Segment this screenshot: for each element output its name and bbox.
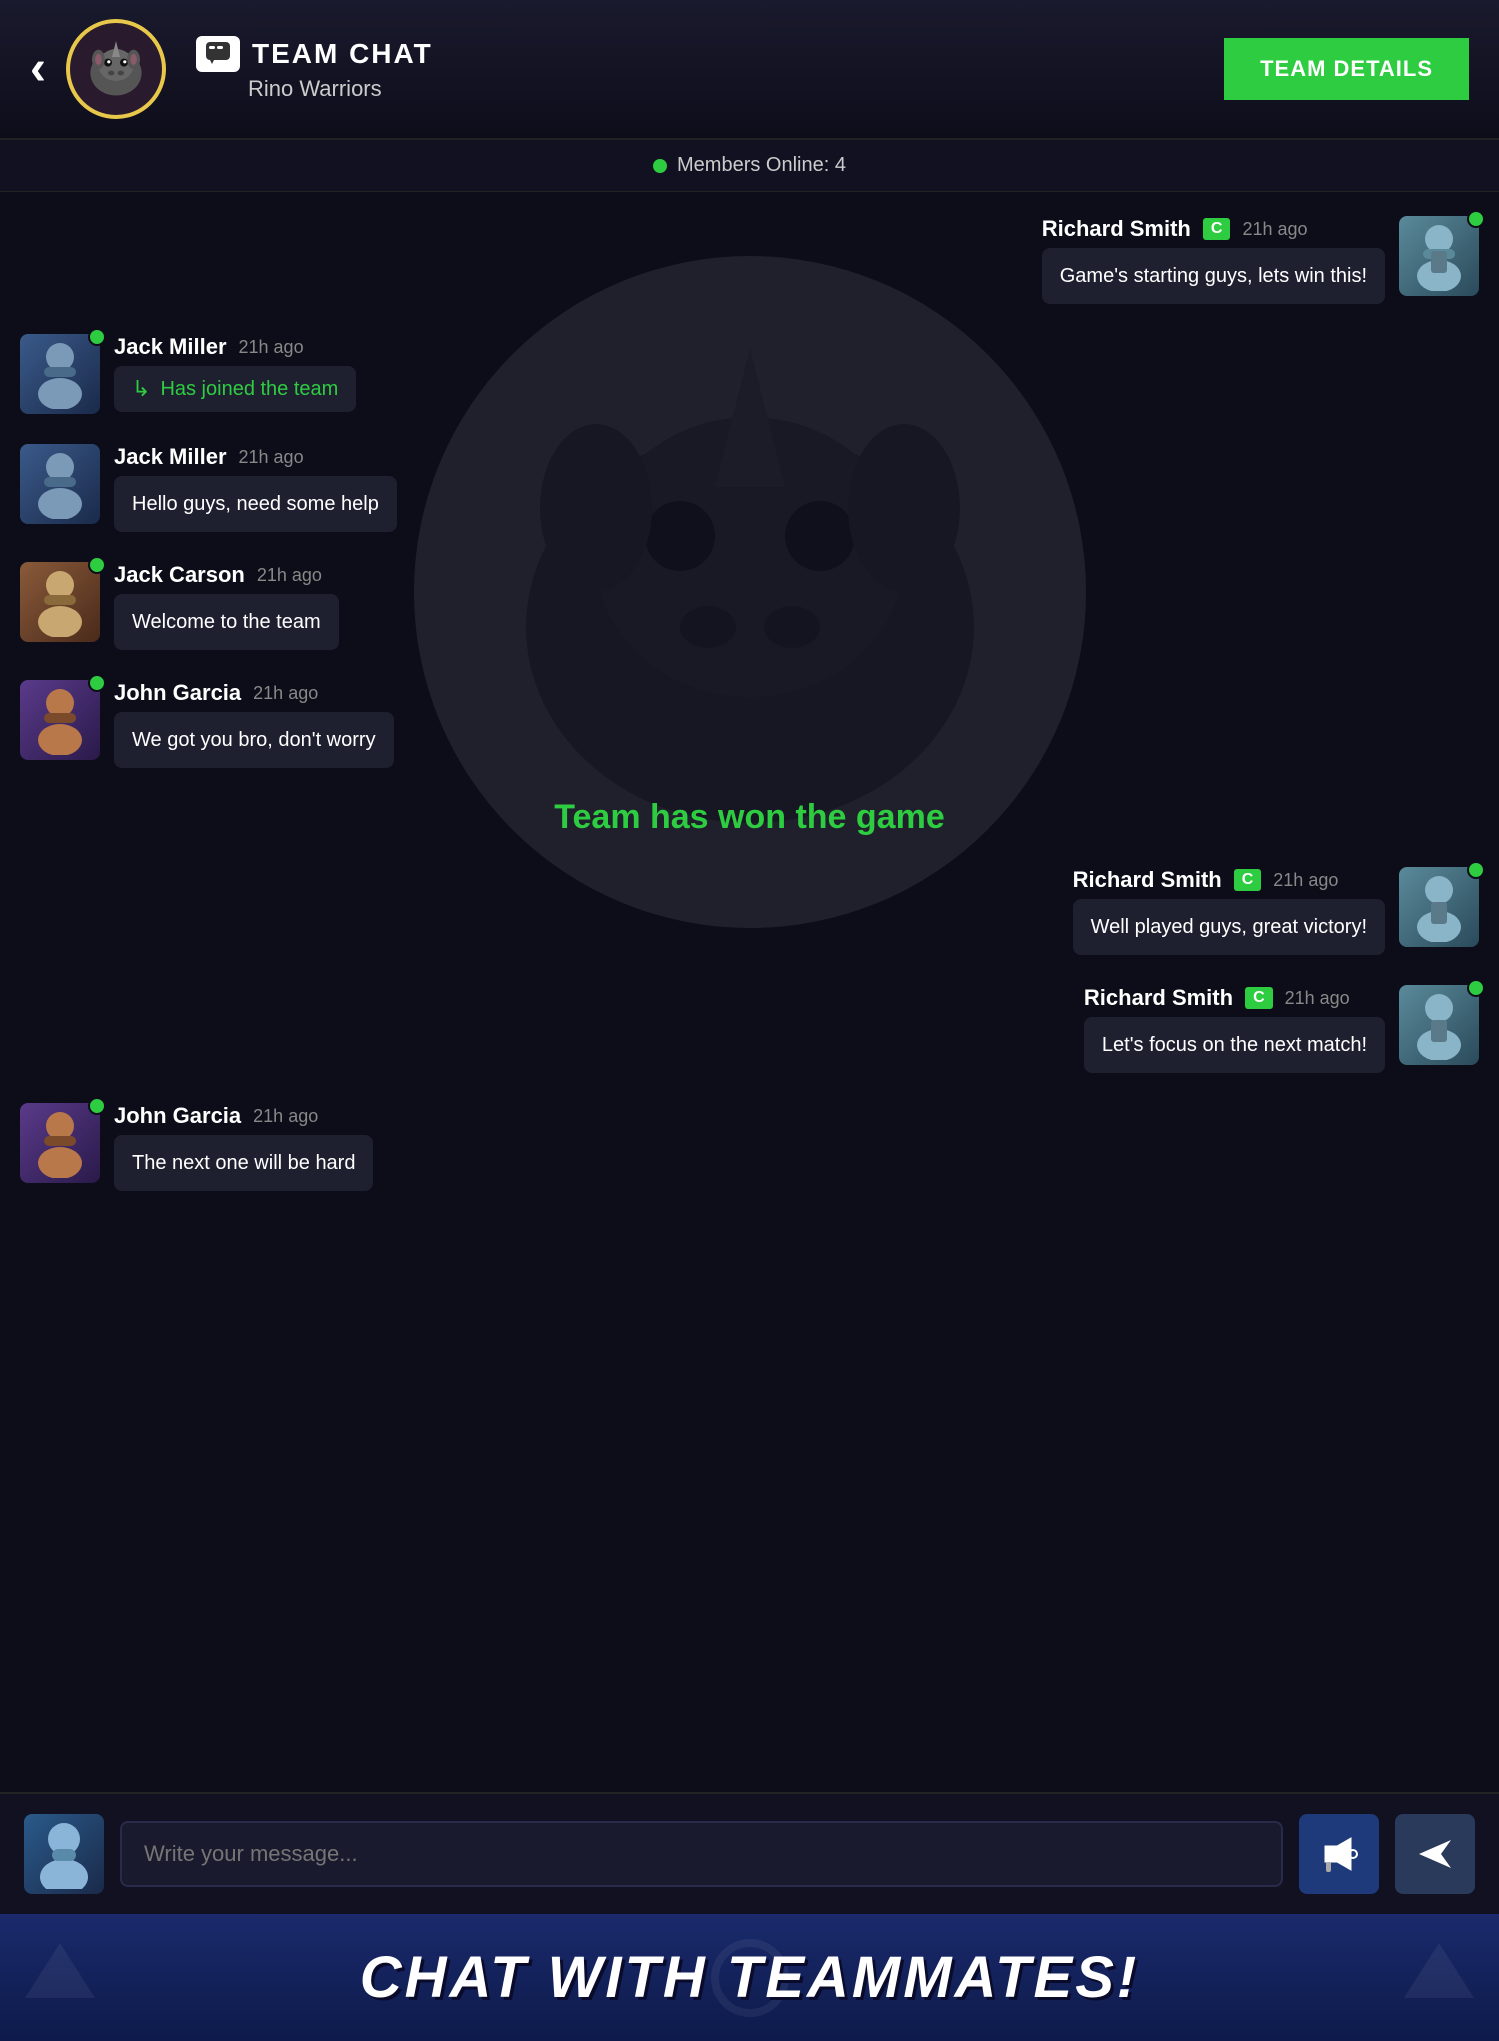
message-time: 21h ago [239,337,304,358]
message-row: Jack Miller 21h ago ↳ Has joined the tea… [20,334,1479,414]
footer-text: CHAT WITH TEAMMATES! [20,1944,1479,2011]
bubble-wrap: Richard Smith C 21h ago Let's focus on t… [1084,985,1385,1073]
team-details-button[interactable]: TEAM DETAILS [1224,38,1469,100]
header: ‹ [0,0,1499,140]
bubble-wrap: Jack Carson 21h ago Welcome to the team [114,562,339,650]
bubble-wrap: Jack Miller 21h ago Hello guys, need som… [114,444,397,532]
online-dot [1467,979,1485,997]
sender-name: John Garcia [114,680,241,706]
online-dot [88,328,106,346]
bubble-header: Jack Miller 21h ago [114,444,397,470]
bubble-header: John Garcia 21h ago [114,1103,373,1129]
message-time: 21h ago [1273,870,1338,891]
captain-badge: C [1203,218,1231,240]
message-text: We got you bro, don't worry [114,712,394,768]
team-logo [66,19,166,119]
avatar-wrap [20,334,100,414]
sender-name: Richard Smith [1084,985,1233,1011]
team-name: Rino Warriors [248,76,1224,102]
avatar [20,562,100,642]
bubble-wrap: Jack Miller 21h ago ↳ Has joined the tea… [114,334,356,412]
avatar-wrap [1399,216,1479,296]
online-dot [1467,210,1485,228]
message-row: Jack Miller 21h ago Hello guys, need som… [20,444,1479,532]
avatar [20,334,100,414]
message-text: Let's focus on the next match! [1084,1017,1385,1073]
message-row: John Garcia 21h ago We got you bro, don'… [20,680,1479,768]
back-button[interactable]: ‹ [30,45,46,93]
chat-bubble-icon [196,36,240,72]
message-text: Well played guys, great victory! [1073,899,1385,955]
avatar [1399,216,1479,296]
send-icon [1413,1832,1457,1876]
avatar [20,1103,100,1183]
message-time: 21h ago [253,683,318,704]
chat-label: TEAM CHAT [196,36,1224,72]
avatar-wrap [20,562,100,642]
message-time: 21h ago [257,565,322,586]
message-row: Richard Smith C 21h ago Well played guys… [20,867,1479,955]
message-row: Jack Carson 21h ago Welcome to the team [20,562,1479,650]
bubble-header: John Garcia 21h ago [114,680,394,706]
avatar [20,444,100,524]
message-time: 21h ago [1285,988,1350,1009]
message-text: Welcome to the team [114,594,339,650]
message-text: Hello guys, need some help [114,476,397,532]
online-dot [88,674,106,692]
avatar [1399,985,1479,1065]
avatar [1399,867,1479,947]
message-time: 21h ago [253,1106,318,1127]
online-count: Members Online: 4 [677,154,846,177]
sender-name: John Garcia [114,1103,241,1129]
footer-banner: CHAT WITH TEAMMATES! [0,1914,1499,2041]
online-dot [88,1097,106,1115]
online-bar: Members Online: 4 [0,140,1499,192]
sender-name: Jack Miller [114,334,227,360]
avatar-wrap [20,444,100,524]
online-indicator [653,159,667,173]
online-dot [1467,861,1485,879]
avatar-wrap [1399,867,1479,947]
header-title-wrap: TEAM CHAT Rino Warriors [196,36,1224,102]
sender-name: Jack Carson [114,562,245,588]
bubble-wrap: Richard Smith C 21h ago Well played guys… [1073,867,1385,955]
input-bar [0,1792,1499,1914]
join-text: Has joined the team [160,378,338,401]
bubble-header: Jack Miller 21h ago [114,334,356,360]
sender-name: Richard Smith [1042,216,1191,242]
message-row: John Garcia 21h ago The next one will be… [20,1103,1479,1191]
online-dot [88,556,106,574]
avatar [20,680,100,760]
message-text: Game's starting guys, lets win this! [1042,248,1385,304]
captain-badge: C [1245,987,1273,1009]
bubble-header: Richard Smith C 21h ago [1042,216,1385,242]
join-message: ↳ Has joined the team [114,366,356,412]
bubble-wrap: Richard Smith C 21h ago Game's starting … [1042,216,1385,304]
avatar-wrap [1399,985,1479,1065]
message-row: Richard Smith C 21h ago Game's starting … [20,216,1479,304]
bubble-wrap: John Garcia 21h ago The next one will be… [114,1103,373,1191]
bubble-header: Richard Smith C 21h ago [1084,985,1385,1011]
sender-name: Jack Miller [114,444,227,470]
join-icon: ↳ [132,376,150,402]
captain-badge: C [1234,869,1262,891]
message-time: 21h ago [1242,219,1307,240]
sender-name: Richard Smith [1073,867,1222,893]
megaphone-button[interactable] [1299,1814,1379,1894]
win-notification: Team has won the game [20,798,1479,837]
chat-area: Richard Smith C 21h ago Game's starting … [0,192,1499,1792]
avatar-wrap [20,680,100,760]
my-avatar [24,1814,104,1894]
avatar-wrap [20,1103,100,1183]
send-button[interactable] [1395,1814,1475,1894]
bubble-wrap: John Garcia 21h ago We got you bro, don'… [114,680,394,768]
message-row: Richard Smith C 21h ago Let's focus on t… [20,985,1479,1073]
megaphone-icon [1317,1832,1361,1876]
message-text: The next one will be hard [114,1135,373,1191]
bubble-header: Richard Smith C 21h ago [1073,867,1385,893]
message-time: 21h ago [239,447,304,468]
bubble-header: Jack Carson 21h ago [114,562,339,588]
message-input[interactable] [120,1821,1283,1887]
